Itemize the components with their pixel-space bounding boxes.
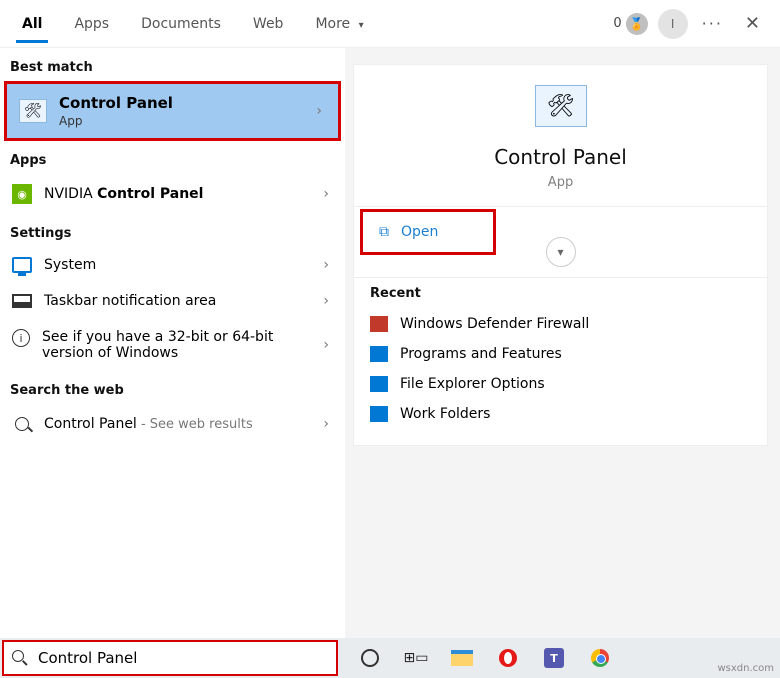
detail-card: 🛠 Control Panel App	[353, 64, 768, 207]
web-result-text: Control Panel	[44, 416, 137, 432]
search-header: All Apps Documents Web More ▾ 0 🏅 I ··· …	[0, 0, 780, 48]
taskbar: ⊞▭ T	[0, 638, 780, 678]
app-result-nvidia[interactable]: ◉ NVIDIA Control Panel ›	[2, 174, 343, 214]
app-result-label: NVIDIA Control Panel	[44, 186, 203, 202]
search-icon	[12, 650, 28, 666]
recent-item-label: Programs and Features	[400, 346, 562, 362]
web-result-control-panel[interactable]: Control Panel - See web results ›	[2, 404, 343, 444]
best-match-result[interactable]: 🛠 Control Panel App ›	[4, 81, 341, 141]
setting-label: See if you have a 32-bit or 64-bit versi…	[42, 329, 292, 361]
detail-title: Control Panel	[494, 145, 627, 169]
best-match-heading: Best match	[0, 48, 345, 81]
search-box[interactable]	[2, 640, 338, 676]
rewards-count: 0	[613, 16, 621, 31]
app-result-bold: Control Panel	[97, 186, 203, 202]
open-button[interactable]: ⧉ Open	[360, 209, 496, 255]
web-result-label: Control Panel - See web results	[44, 416, 253, 432]
chevron-down-icon: ▾	[359, 20, 364, 31]
nvidia-icon: ◉	[12, 184, 32, 204]
firewall-icon	[370, 316, 388, 332]
header-actions: 0 🏅 I ··· ✕	[613, 9, 772, 39]
recent-item-label: Windows Defender Firewall	[400, 316, 589, 332]
setting-32-64-bit[interactable]: i See if you have a 32-bit or 64-bit ver…	[2, 319, 343, 371]
taskbar-icon	[12, 294, 32, 308]
tab-apps[interactable]: Apps	[60, 6, 123, 42]
recent-item[interactable]: File Explorer Options	[370, 369, 751, 399]
recent-item[interactable]: Work Folders	[370, 399, 751, 429]
rewards-badge[interactable]: 0 🏅	[613, 13, 647, 35]
search-web-heading: Search the web	[0, 371, 345, 404]
account-avatar[interactable]: I	[658, 9, 688, 39]
folder-options-icon	[370, 376, 388, 392]
recent-item-label: File Explorer Options	[400, 376, 545, 392]
cortana-icon[interactable]	[358, 646, 382, 670]
monitor-icon	[12, 257, 32, 273]
file-explorer-icon[interactable]	[450, 646, 474, 670]
filter-tabs: All Apps Documents Web More ▾	[8, 0, 378, 47]
tab-more-label: More	[315, 16, 350, 32]
medal-icon: 🏅	[626, 13, 648, 35]
chevron-right-icon: ›	[323, 337, 333, 353]
apps-heading: Apps	[0, 141, 345, 174]
watermark: wsxdn.com	[717, 663, 774, 674]
work-folders-icon	[370, 406, 388, 422]
info-icon: i	[12, 329, 30, 347]
tab-web[interactable]: Web	[239, 6, 298, 42]
recent-item[interactable]: Windows Defender Firewall	[370, 309, 751, 339]
close-icon[interactable]: ✕	[737, 9, 768, 38]
chevron-right-icon: ›	[323, 416, 333, 432]
detail-subtitle: App	[548, 175, 573, 190]
best-match-subtitle: App	[59, 114, 173, 128]
teams-icon[interactable]: T	[542, 646, 566, 670]
tab-all[interactable]: All	[8, 6, 56, 42]
setting-taskbar-notification[interactable]: Taskbar notification area ›	[2, 283, 343, 319]
tab-documents[interactable]: Documents	[127, 6, 235, 42]
setting-label: Taskbar notification area	[44, 293, 216, 309]
task-view-icon[interactable]: ⊞▭	[404, 646, 428, 670]
taskbar-icons: ⊞▭ T	[340, 646, 630, 670]
programs-icon	[370, 346, 388, 362]
chevron-right-icon: ›	[323, 293, 333, 309]
control-panel-icon: 🛠	[19, 99, 47, 123]
chevron-right-icon: ›	[316, 103, 326, 119]
chrome-icon[interactable]	[588, 646, 612, 670]
web-result-suffix: - See web results	[137, 417, 253, 432]
detail-actions: ⧉ Open ▾	[353, 207, 768, 278]
recent-heading: Recent	[370, 286, 751, 301]
search-icon	[12, 414, 32, 434]
detail-panel: 🛠 Control Panel App ⧉ Open ▾ Recent Wind…	[345, 48, 780, 638]
recent-block: Recent Windows Defender Firewall Program…	[353, 278, 768, 446]
open-label: Open	[401, 224, 438, 240]
recent-item[interactable]: Programs and Features	[370, 339, 751, 369]
best-match-title: Control Panel	[59, 94, 173, 112]
control-panel-icon: 🛠	[535, 85, 587, 127]
expand-chevron-down[interactable]: ▾	[546, 237, 576, 267]
recent-item-label: Work Folders	[400, 406, 490, 422]
app-result-prefix: NVIDIA	[44, 186, 97, 202]
more-options-icon[interactable]: ···	[698, 14, 727, 33]
opera-icon[interactable]	[496, 646, 520, 670]
search-input[interactable]	[36, 648, 328, 668]
settings-heading: Settings	[0, 214, 345, 247]
tab-more[interactable]: More ▾	[301, 6, 377, 42]
results-panel: Best match 🛠 Control Panel App › Apps ◉ …	[0, 48, 345, 638]
setting-system[interactable]: System ›	[2, 247, 343, 283]
chevron-right-icon: ›	[323, 257, 333, 273]
open-icon: ⧉	[379, 224, 389, 240]
setting-label: System	[44, 257, 96, 273]
chevron-right-icon: ›	[323, 186, 333, 202]
